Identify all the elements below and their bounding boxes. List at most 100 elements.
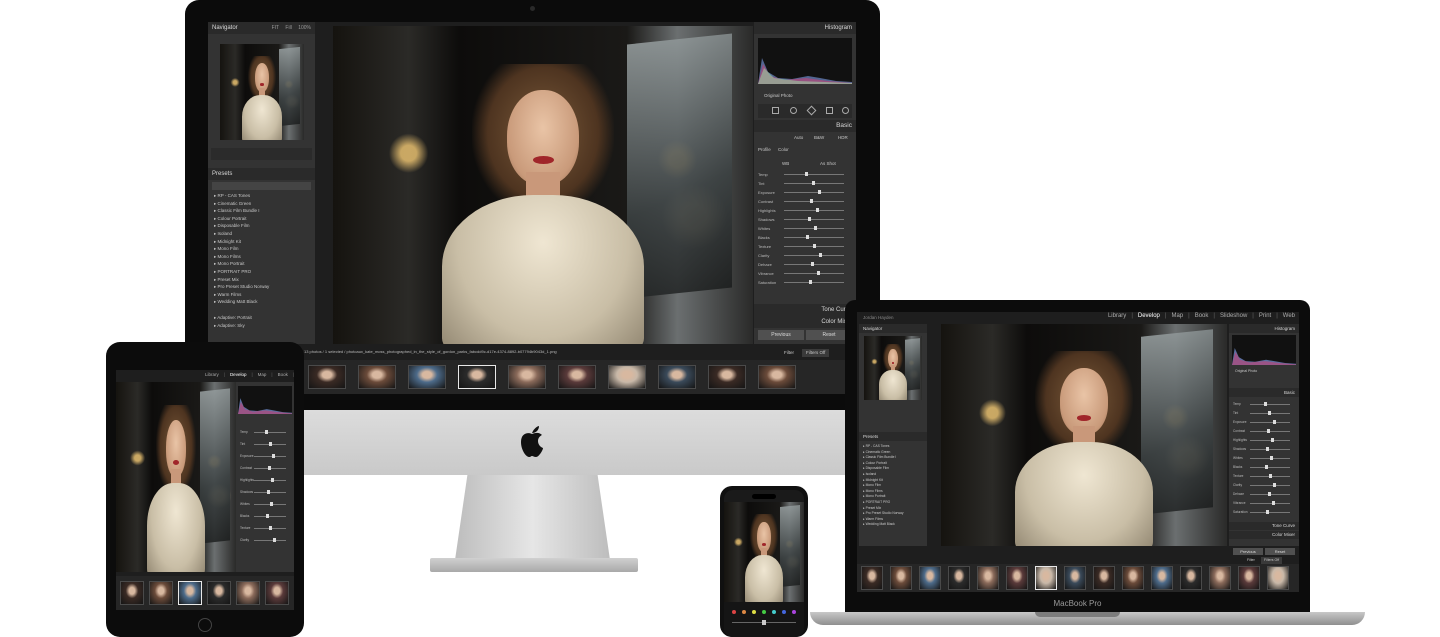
presets-search-input[interactable]: [212, 182, 311, 190]
slider-knob[interactable]: [1268, 474, 1272, 478]
filmstrip-thumbnail[interactable]: [458, 365, 496, 389]
mbp-main-photo[interactable]: [941, 324, 1227, 546]
slider-highlights[interactable]: Highlights: [240, 474, 290, 486]
slider-track[interactable]: [784, 210, 845, 211]
slider-track[interactable]: [1250, 440, 1291, 441]
filmstrip-thumbnail[interactable]: [861, 566, 883, 590]
slider-temp[interactable]: Temp: [1233, 400, 1295, 409]
previous-button[interactable]: Previous: [758, 330, 804, 340]
slider-track[interactable]: [254, 432, 286, 433]
ipad-home-button[interactable]: [198, 618, 212, 632]
preset-item[interactable]: ▸ Preset Mix: [214, 276, 312, 284]
slider-tint[interactable]: Tint: [1233, 409, 1295, 418]
slider-tint[interactable]: Tint: [240, 438, 290, 450]
module-web[interactable]: Web: [1283, 313, 1295, 319]
module-develop[interactable]: Develop: [1138, 313, 1160, 319]
filmstrip-thumbnail[interactable]: [758, 365, 796, 389]
slider-knob[interactable]: [807, 217, 811, 221]
slider-temp[interactable]: Temp: [240, 426, 290, 438]
module-slideshow[interactable]: Slideshow: [1220, 313, 1247, 319]
slider-saturation[interactable]: Saturation: [758, 278, 852, 287]
preset-item[interactable]: ▸ Mono Portrait: [214, 260, 312, 268]
wb-value[interactable]: As Shot: [820, 160, 836, 168]
bw-button[interactable]: B&W: [814, 134, 824, 142]
slider-track[interactable]: [254, 540, 286, 541]
slider-track[interactable]: [784, 264, 845, 265]
slider-knob[interactable]: [814, 226, 818, 230]
iphone-main-photo[interactable]: [724, 502, 804, 602]
filmstrip-thumbnail[interactable]: [890, 566, 912, 590]
slider-texture[interactable]: Texture: [1233, 472, 1295, 481]
slider-shadows[interactable]: Shadows: [1233, 445, 1295, 454]
slider-knob[interactable]: [1272, 420, 1276, 424]
slider-knob[interactable]: [267, 466, 271, 470]
slider-track[interactable]: [1250, 422, 1291, 423]
slider-knob[interactable]: [268, 442, 272, 446]
preset-item[interactable]: ▸ Wedding Matt Black: [214, 298, 312, 306]
filmstrip-thumbnail[interactable]: [1093, 566, 1115, 590]
slider-shadows[interactable]: Shadows: [758, 215, 852, 224]
preset-item[interactable]: ▸ Adaptive: Sky: [214, 322, 312, 330]
slider-knob[interactable]: [805, 172, 808, 176]
orange-swatch-icon[interactable]: [742, 610, 746, 614]
module-book[interactable]: Book: [1195, 313, 1209, 319]
preset-item[interactable]: ▸ Colour Portrait: [214, 215, 312, 223]
slider-track[interactable]: [784, 219, 845, 220]
slider-dehaze[interactable]: Dehaze: [1233, 490, 1295, 499]
filmstrip-thumbnail[interactable]: [508, 365, 546, 389]
slider-track[interactable]: [784, 174, 845, 175]
module-library[interactable]: Library: [205, 372, 219, 377]
yellow-swatch-icon[interactable]: [752, 610, 756, 614]
slider-knob[interactable]: [1267, 492, 1271, 496]
filmstrip-thumbnail[interactable]: [149, 581, 173, 605]
slider-whites[interactable]: Whites: [1233, 454, 1295, 463]
slider-knob[interactable]: [1270, 456, 1274, 460]
slider-highlights[interactable]: Highlights: [758, 206, 852, 215]
slider-track[interactable]: [254, 492, 286, 493]
slider-blacks[interactable]: Blacks: [240, 510, 290, 522]
slider-vibrance[interactable]: Vibrance: [758, 269, 852, 278]
tone-curve-header[interactable]: Tone Curve: [754, 304, 856, 316]
preset-item[interactable]: ▸ Classic Film Bundle I: [214, 207, 312, 215]
slider-track[interactable]: [1250, 404, 1291, 405]
slider-knob[interactable]: [269, 526, 272, 530]
slider-knob[interactable]: [1264, 465, 1268, 469]
iphone-slider-knob[interactable]: [762, 620, 766, 625]
slider-tint[interactable]: Tint: [758, 179, 852, 188]
filmstrip-thumbnail[interactable]: [919, 566, 941, 590]
filmstrip-thumbnail[interactable]: [120, 581, 144, 605]
slider-saturation[interactable]: Saturation: [1233, 508, 1295, 517]
slider-blacks[interactable]: Blacks: [758, 233, 852, 242]
slider-knob[interactable]: [270, 502, 273, 506]
navigator-preview[interactable]: [220, 44, 304, 140]
slider-knob[interactable]: [809, 199, 813, 203]
filmstrip-thumbnail[interactable]: [1180, 566, 1202, 590]
slider-exposure[interactable]: Exposure: [758, 188, 852, 197]
filmstrip-thumbnail[interactable]: [708, 365, 746, 389]
mbp-tone-curve-header[interactable]: Tone Curve: [1229, 522, 1299, 530]
filmstrip-thumbnail[interactable]: [608, 365, 646, 389]
module-map[interactable]: Map: [258, 372, 267, 377]
preset-item[interactable]: ▸ Disposable Film: [214, 222, 312, 230]
slider-whites[interactable]: Whites: [758, 224, 852, 233]
filmstrip-thumbnail[interactable]: [948, 566, 970, 590]
filmstrip-thumbnail[interactable]: [236, 581, 260, 605]
preset-item[interactable]: ▸ Wedding Matt Black: [863, 522, 925, 528]
module-library[interactable]: Library: [1108, 313, 1126, 319]
filmstrip-thumbnail[interactable]: [558, 365, 596, 389]
slider-temp[interactable]: Temp: [758, 170, 852, 179]
slider-knob[interactable]: [818, 190, 822, 194]
filmstrip-thumbnail[interactable]: [1035, 566, 1057, 590]
module-map[interactable]: Map: [1171, 313, 1183, 319]
slider-knob[interactable]: [1273, 483, 1277, 487]
slider-exposure[interactable]: Exposure: [240, 450, 290, 462]
zoom-fit[interactable]: FIT: [272, 25, 279, 31]
preset-item[interactable]: ▸ Cinematic Green: [214, 200, 312, 208]
slider-knob[interactable]: [1271, 438, 1275, 442]
preset-item[interactable]: ▸ Pro Preset Studio Norway: [214, 283, 312, 291]
aqua-swatch-icon[interactable]: [772, 610, 776, 614]
module-book[interactable]: Book: [278, 372, 288, 377]
slider-knob[interactable]: [265, 514, 269, 518]
mbp-color-mixer-header[interactable]: Color Mixer: [1229, 531, 1299, 539]
filmstrip-thumbnail[interactable]: [1151, 566, 1173, 590]
